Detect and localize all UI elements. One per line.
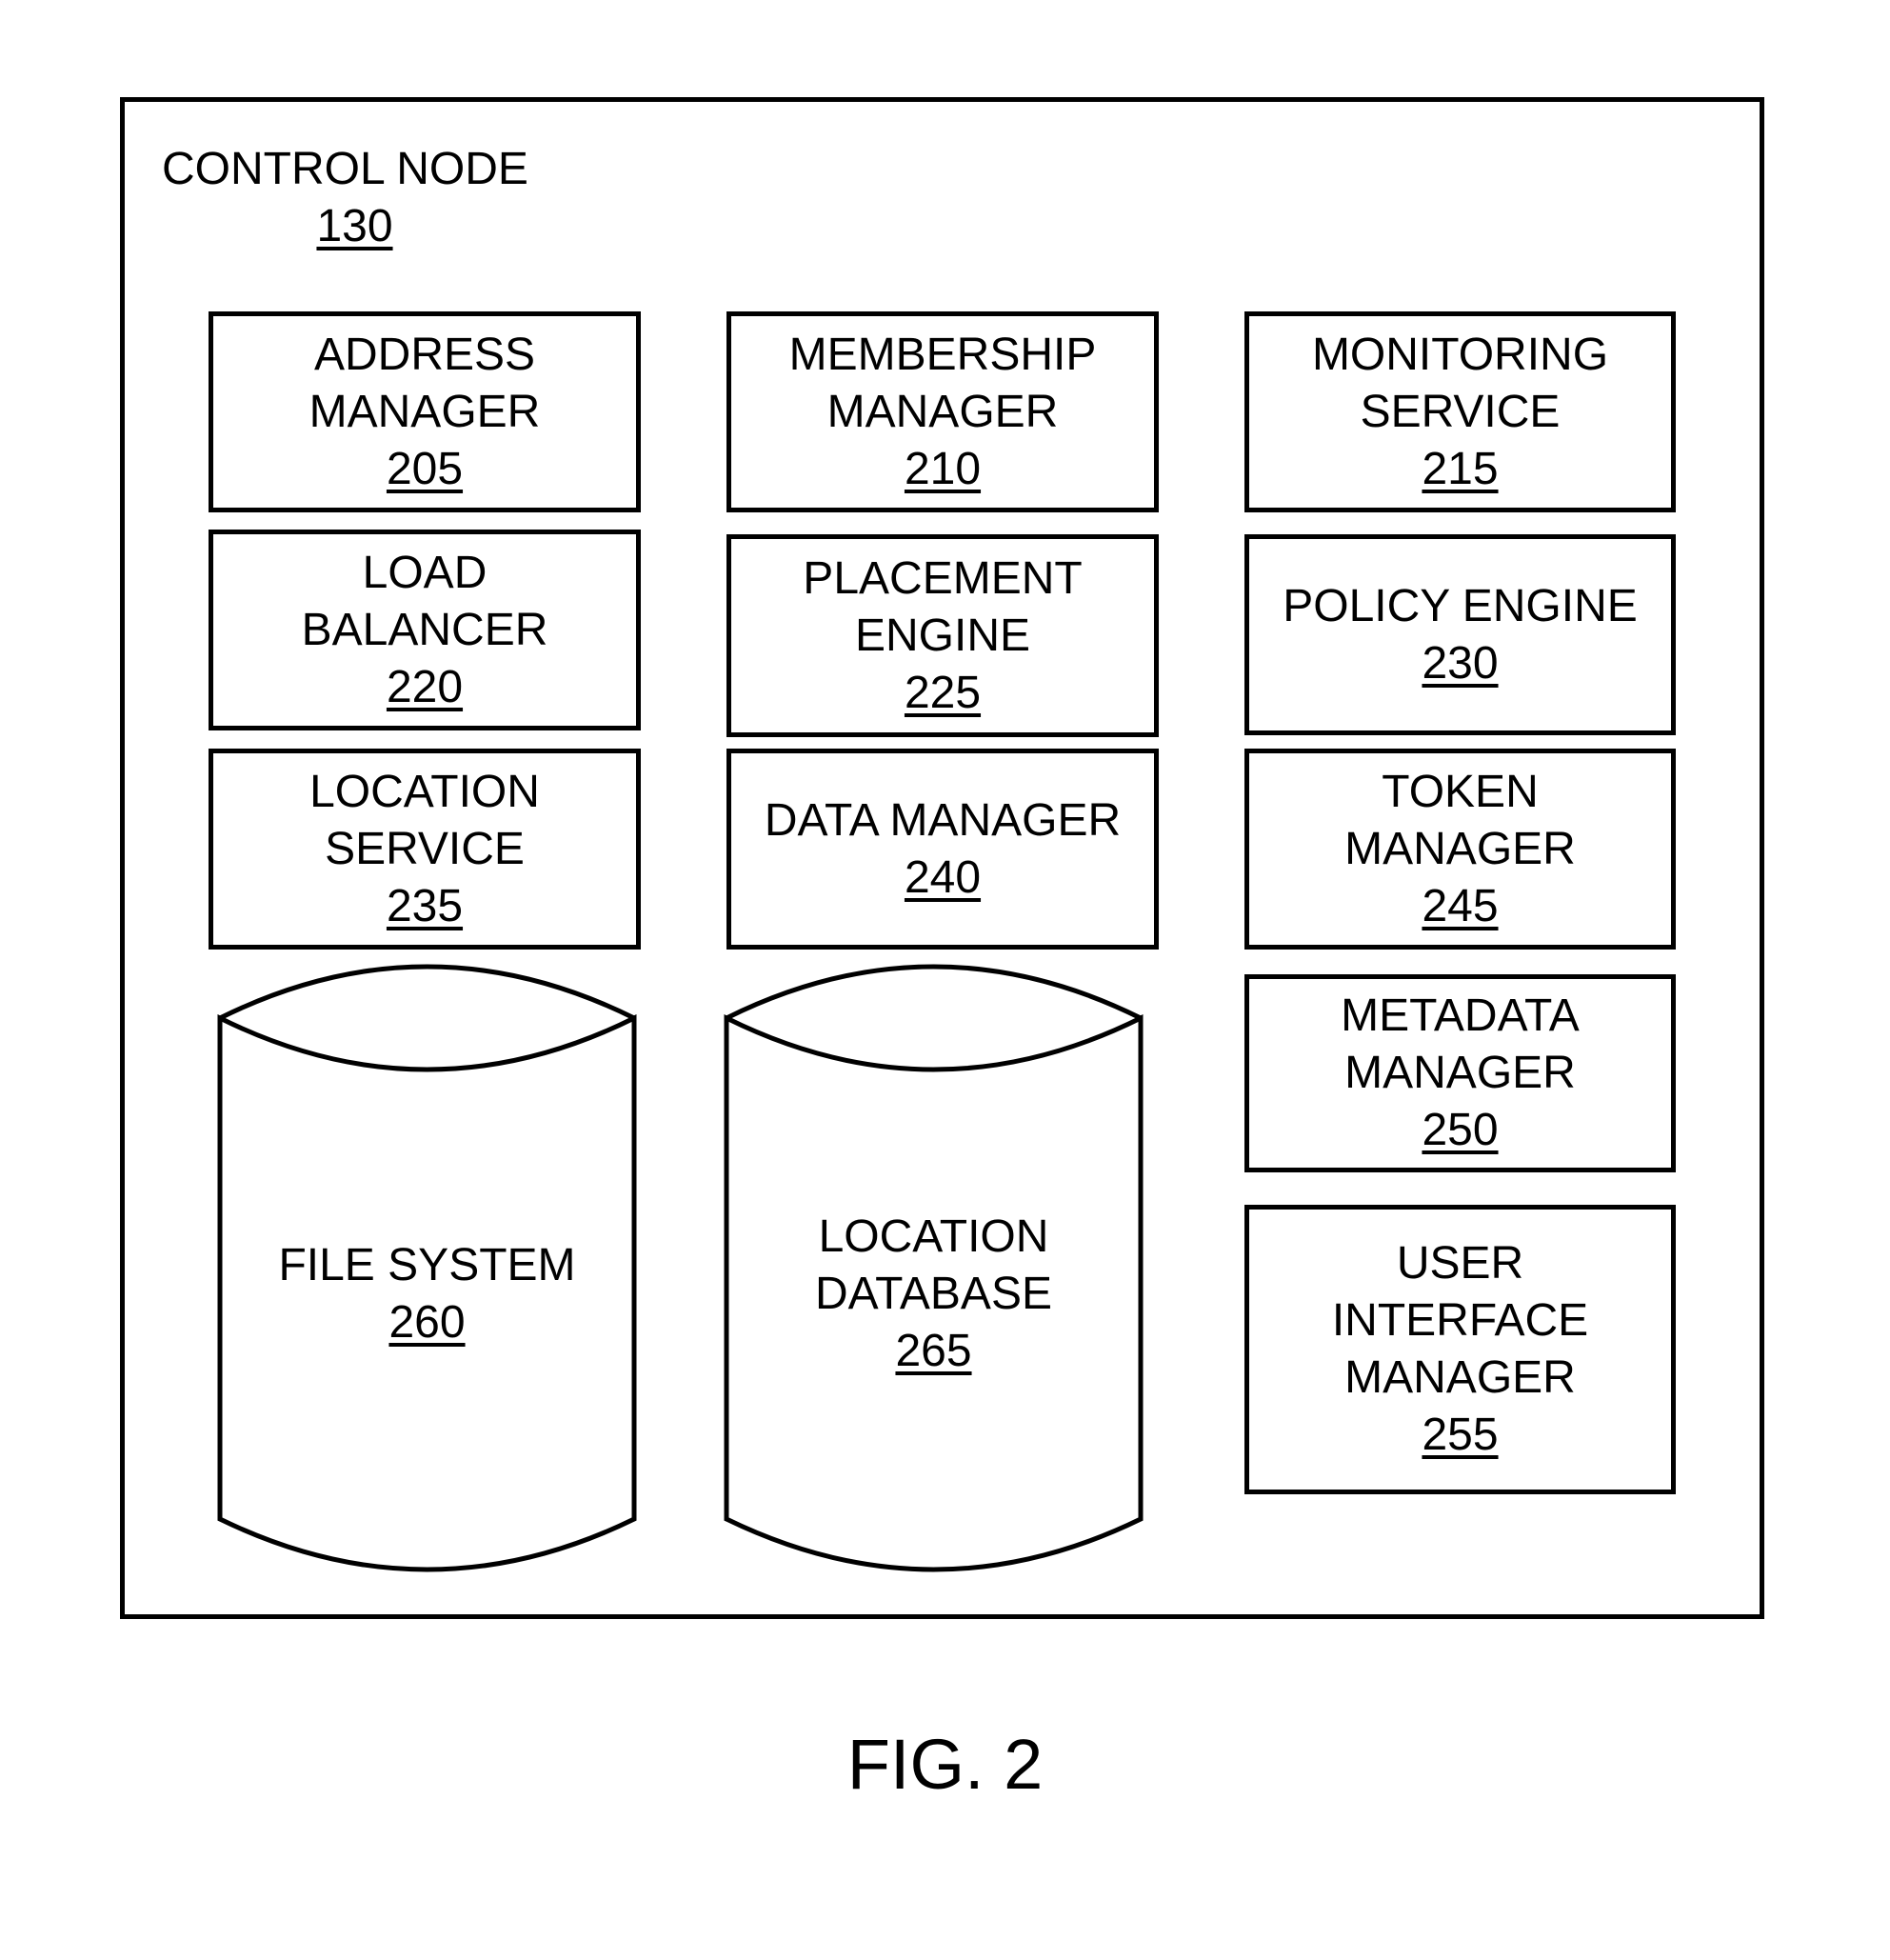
metadata-manager-ref: 250 bbox=[1422, 1105, 1499, 1155]
load-balancer-label-line-2: BALANCER bbox=[301, 604, 548, 655]
location-database-label: LOCATION DATABASE 265 bbox=[726, 1070, 1141, 1519]
token-manager-label-line-2: MANAGER bbox=[1344, 823, 1576, 874]
monitoring-service-label-line-2: SERVICE bbox=[1360, 386, 1561, 437]
address-manager-label-line-2: MANAGER bbox=[308, 386, 541, 437]
membership-manager-ref: 210 bbox=[904, 443, 982, 494]
location-database-label-line-1: LOCATION bbox=[818, 1211, 1049, 1262]
token-manager-label-line-1: TOKEN bbox=[1382, 766, 1539, 817]
file-system-label: FILE SYSTEM 260 bbox=[220, 1070, 634, 1519]
load-balancer-ref: 220 bbox=[386, 661, 464, 712]
user-interface-manager-ref: 255 bbox=[1422, 1410, 1499, 1460]
file-system-label-line-1: FILE SYSTEM bbox=[278, 1240, 576, 1290]
policy-engine-ref: 230 bbox=[1422, 637, 1499, 689]
monitoring-service-label-line-1: MONITORING bbox=[1311, 329, 1609, 380]
metadata-manager-label-line-1: METADATA bbox=[1341, 990, 1580, 1041]
token-manager-box: TOKEN MANAGER 245 bbox=[1244, 749, 1676, 950]
data-manager-label-line-1: DATA MANAGER bbox=[764, 794, 1122, 846]
placement-engine-ref: 225 bbox=[904, 667, 982, 718]
policy-engine-box: POLICY ENGINE 230 bbox=[1244, 534, 1676, 735]
location-service-box: LOCATION SERVICE 235 bbox=[209, 749, 641, 950]
location-service-ref: 235 bbox=[386, 880, 464, 931]
figure-caption: FIG. 2 bbox=[846, 1725, 1044, 1804]
location-service-label-line-1: LOCATION bbox=[309, 766, 540, 817]
location-service-label-line-2: SERVICE bbox=[325, 823, 525, 874]
load-balancer-box: LOAD BALANCER 220 bbox=[209, 530, 641, 730]
placement-engine-label-line-1: PLACEMENT bbox=[803, 552, 1083, 604]
user-interface-manager-label-line-2: INTERFACE bbox=[1331, 1295, 1589, 1346]
control-node-ref: 130 bbox=[316, 201, 393, 251]
file-system-cylinder-top bbox=[218, 964, 636, 1021]
address-manager-ref: 205 bbox=[386, 443, 464, 494]
file-system-ref: 260 bbox=[388, 1297, 466, 1348]
location-database-ref: 265 bbox=[895, 1326, 972, 1376]
membership-manager-label-line-2: MANAGER bbox=[826, 386, 1059, 437]
monitoring-service-box: MONITORING SERVICE 215 bbox=[1244, 311, 1676, 512]
location-database-label-line-2: DATABASE bbox=[815, 1269, 1052, 1319]
policy-engine-label-line-1: POLICY ENGINE bbox=[1283, 580, 1638, 631]
location-database-cylinder-top bbox=[725, 964, 1143, 1021]
load-balancer-label-line-1: LOAD bbox=[362, 547, 487, 598]
user-interface-manager-box: USER INTERFACE MANAGER 255 bbox=[1244, 1205, 1676, 1494]
address-manager-box: ADDRESS MANAGER 205 bbox=[209, 311, 641, 512]
data-manager-box: DATA MANAGER 240 bbox=[726, 749, 1159, 950]
token-manager-ref: 245 bbox=[1422, 880, 1499, 931]
user-interface-manager-label-line-3: MANAGER bbox=[1344, 1352, 1576, 1403]
metadata-manager-box: METADATA MANAGER 250 bbox=[1244, 974, 1676, 1172]
membership-manager-box: MEMBERSHIP MANAGER 210 bbox=[726, 311, 1159, 512]
placement-engine-box: PLACEMENT ENGINE 225 bbox=[726, 534, 1159, 737]
metadata-manager-label-line-2: MANAGER bbox=[1344, 1048, 1576, 1098]
control-node-title: CONTROL NODE bbox=[162, 144, 528, 194]
membership-manager-label-line-1: MEMBERSHIP bbox=[788, 329, 1097, 380]
placement-engine-label-line-2: ENGINE bbox=[854, 610, 1031, 661]
data-manager-ref: 240 bbox=[904, 851, 982, 903]
address-manager-label-line-1: ADDRESS bbox=[313, 329, 536, 380]
monitoring-service-ref: 215 bbox=[1422, 443, 1499, 494]
user-interface-manager-label-line-1: USER bbox=[1396, 1238, 1524, 1289]
